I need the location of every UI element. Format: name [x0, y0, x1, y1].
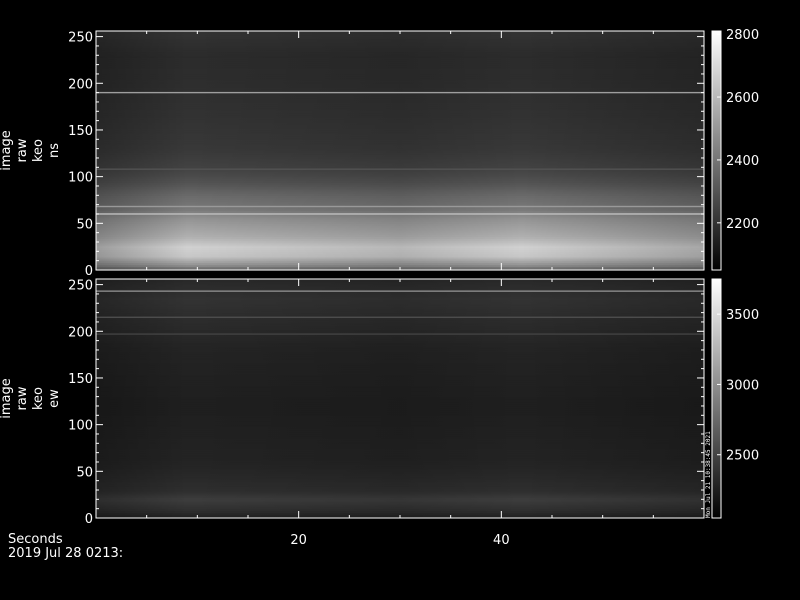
y-label-word: image	[0, 378, 14, 419]
top-panel: 0 50 100 150 200 250 image raw keo ns 2200 2400 26…	[0, 28, 759, 279]
x-tick-label: 20	[290, 533, 307, 548]
bottom-panel: 0 50 100 150 200 250 20 40 image raw keo ew 2500 3…	[0, 278, 759, 548]
bottom-colorbar-ticks: 2500 3000 3500	[717, 308, 759, 464]
y-tick-label: 0	[85, 264, 93, 279]
colorbar-tick-label: 3000	[726, 378, 759, 393]
heatmap-shading	[96, 31, 704, 270]
colorbar-tick-label: 2500	[726, 449, 759, 464]
y-tick-label: 200	[68, 77, 93, 92]
colorbar-tick-label: 2800	[726, 28, 759, 43]
heatmap-shading	[96, 279, 704, 518]
heatmap-bright-line	[96, 213, 704, 215]
timestamp: 2019 Jul 28 0213:	[8, 546, 123, 561]
heatmap-bright-line	[96, 333, 704, 335]
y-label-word: keo	[31, 387, 46, 410]
bottom-colorbar: 2500 3000 3500	[711, 278, 759, 519]
x-tick-label: 40	[493, 533, 510, 548]
bottom-heatmap	[96, 279, 704, 519]
heatmap-bright-line	[96, 91, 704, 94]
colorbar-tick-label: 2200	[726, 217, 759, 232]
top-heatmap	[96, 31, 704, 271]
x-axis-label: Seconds	[8, 532, 63, 547]
y-tick-label: 100	[68, 171, 93, 186]
bottom-y-label: image raw keo ew	[0, 378, 62, 419]
y-tick-label: 0	[85, 512, 93, 527]
side-note: Mon Jul 21 10:38:45 2021	[705, 431, 712, 518]
colorbar-tick-label: 3500	[726, 308, 759, 323]
y-tick-label: 50	[76, 217, 93, 232]
y-tick-label: 250	[68, 31, 93, 46]
y-label-word: raw	[15, 138, 30, 162]
y-tick-label: 250	[68, 279, 93, 294]
y-label-word: ew	[47, 389, 62, 408]
y-tick-label: 50	[76, 465, 93, 480]
y-label-word: ns	[47, 143, 62, 158]
heatmap-bright-line	[96, 205, 704, 208]
top-colorbar-ticks: 2200 2400 2600 2800	[717, 28, 759, 232]
top-colorbar: 2200 2400 2600 2800	[711, 28, 759, 271]
colorbar-tick-label: 2400	[726, 154, 759, 169]
keogram-figure: 050100150200250 image raw keo ns 2200240026…	[0, 28, 759, 561]
top-colorbar-gradient	[712, 31, 721, 270]
heatmap-bright-line	[96, 168, 704, 170]
colorbar-tick-label: 2600	[726, 91, 759, 106]
bottom-colorbar-gradient	[712, 279, 721, 518]
y-label-word: keo	[31, 139, 46, 162]
heatmap-bright-line	[96, 290, 704, 292]
heatmap-bright-line	[96, 316, 704, 318]
top-y-label: image raw keo ns	[0, 130, 62, 171]
y-tick-label: 150	[68, 124, 93, 139]
y-label-word: raw	[15, 386, 30, 410]
y-tick-label: 200	[68, 325, 93, 340]
y-tick-label: 100	[68, 419, 93, 434]
y-tick-label: 150	[68, 372, 93, 387]
y-label-word: image	[0, 130, 14, 171]
